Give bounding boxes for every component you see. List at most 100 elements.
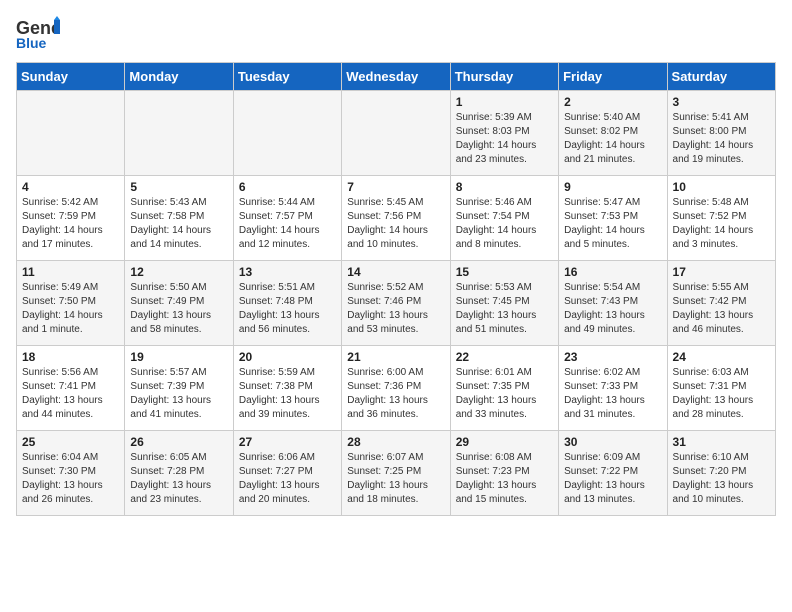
- day-number: 24: [673, 350, 770, 364]
- day-number: 16: [564, 265, 661, 279]
- day-number: 11: [22, 265, 119, 279]
- day-number: 4: [22, 180, 119, 194]
- calendar-cell: 9 Sunrise: 5:47 AM Sunset: 7:53 PM Daylig…: [559, 176, 667, 261]
- day-number: 23: [564, 350, 661, 364]
- day-number: 31: [673, 435, 770, 449]
- calendar-cell: 28Sunrise: 6:07 AM Sunset: 7:25 PM Dayli…: [342, 431, 450, 516]
- cell-content: Sunrise: 6:01 AM Sunset: 7:35 PM Dayligh…: [456, 366, 553, 422]
- cell-content: Sunrise: 6:05 AM Sunset: 7:28 PM Dayligh…: [130, 451, 227, 507]
- calendar-cell: 29 Sunrise: 6:08 AM Sunset: 7:23 PM Dayli…: [450, 431, 558, 516]
- day-number: 13: [239, 265, 336, 279]
- day-number: 28: [347, 435, 444, 449]
- cell-content: Sunrise: 5:40 AM Sunset: 8:02 PM Dayligh…: [564, 111, 661, 167]
- calendar-cell: 10 Sunrise: 5:48 AM Sunset: 7:52 PM Dayli…: [667, 176, 775, 261]
- cell-content: Sunrise: 5:39 AM Sunset: 8:03 PM Dayligh…: [456, 111, 553, 167]
- column-header-tuesday: Tuesday: [233, 63, 341, 91]
- day-number: 18: [22, 350, 119, 364]
- calendar-cell: [125, 91, 233, 176]
- cell-content: Sunrise: 5:47 AM Sunset: 7:53 PM Dayligh…: [564, 196, 661, 252]
- cell-content: Sunrise: 5:50 AM Sunset: 7:49 PM Dayligh…: [130, 281, 227, 337]
- calendar-cell: 27 Sunrise: 6:06 AM Sunset: 7:27 PM Dayli…: [233, 431, 341, 516]
- calendar-cell: 12Sunrise: 5:50 AM Sunset: 7:49 PM Dayli…: [125, 261, 233, 346]
- day-number: 17: [673, 265, 770, 279]
- calendar-cell: 26 Sunrise: 6:05 AM Sunset: 7:28 PM Dayli…: [125, 431, 233, 516]
- calendar-cell: 7 Sunrise: 5:45 AM Sunset: 7:56 PM Daylig…: [342, 176, 450, 261]
- logo: General Blue: [16, 16, 60, 52]
- calendar-cell: [233, 91, 341, 176]
- calendar-cell: 23 Sunrise: 6:02 AM Sunset: 7:33 PM Dayli…: [559, 346, 667, 431]
- day-number: 10: [673, 180, 770, 194]
- calendar-cell: 3Sunrise: 5:41 AM Sunset: 8:00 PM Daylig…: [667, 91, 775, 176]
- cell-content: Sunrise: 5:44 AM Sunset: 7:57 PM Dayligh…: [239, 196, 336, 252]
- cell-content: Sunrise: 5:48 AM Sunset: 7:52 PM Dayligh…: [673, 196, 770, 252]
- day-number: 6: [239, 180, 336, 194]
- calendar-cell: 5 Sunrise: 5:43 AM Sunset: 7:58 PM Daylig…: [125, 176, 233, 261]
- cell-content: Sunrise: 6:06 AM Sunset: 7:27 PM Dayligh…: [239, 451, 336, 507]
- cell-content: Sunrise: 5:57 AM Sunset: 7:39 PM Dayligh…: [130, 366, 227, 422]
- calendar-cell: [342, 91, 450, 176]
- cell-content: Sunrise: 6:02 AM Sunset: 7:33 PM Dayligh…: [564, 366, 661, 422]
- calendar-cell: 1 Sunrise: 5:39 AM Sunset: 8:03 PM Daylig…: [450, 91, 558, 176]
- calendar-cell: 18 Sunrise: 5:56 AM Sunset: 7:41 PM Dayli…: [17, 346, 125, 431]
- day-number: 25: [22, 435, 119, 449]
- week-row-2: 4 Sunrise: 5:42 AM Sunset: 7:59 PM Daylig…: [17, 176, 776, 261]
- calendar-cell: 8 Sunrise: 5:46 AM Sunset: 7:54 PM Daylig…: [450, 176, 558, 261]
- week-row-1: 1 Sunrise: 5:39 AM Sunset: 8:03 PM Daylig…: [17, 91, 776, 176]
- day-number: 1: [456, 95, 553, 109]
- day-number: 3: [673, 95, 770, 109]
- week-row-3: 11Sunrise: 5:49 AM Sunset: 7:50 PM Dayli…: [17, 261, 776, 346]
- column-header-thursday: Thursday: [450, 63, 558, 91]
- day-number: 2: [564, 95, 661, 109]
- day-number: 26: [130, 435, 227, 449]
- cell-content: Sunrise: 5:59 AM Sunset: 7:38 PM Dayligh…: [239, 366, 336, 422]
- cell-content: Sunrise: 5:55 AM Sunset: 7:42 PM Dayligh…: [673, 281, 770, 337]
- day-number: 20: [239, 350, 336, 364]
- cell-content: Sunrise: 6:10 AM Sunset: 7:20 PM Dayligh…: [673, 451, 770, 507]
- day-number: 19: [130, 350, 227, 364]
- calendar-cell: 16 Sunrise: 5:54 AM Sunset: 7:43 PM Dayli…: [559, 261, 667, 346]
- cell-content: Sunrise: 5:46 AM Sunset: 7:54 PM Dayligh…: [456, 196, 553, 252]
- calendar-cell: 13 Sunrise: 5:51 AM Sunset: 7:48 PM Dayli…: [233, 261, 341, 346]
- calendar-cell: 2 Sunrise: 5:40 AM Sunset: 8:02 PM Daylig…: [559, 91, 667, 176]
- day-number: 29: [456, 435, 553, 449]
- column-header-monday: Monday: [125, 63, 233, 91]
- column-header-saturday: Saturday: [667, 63, 775, 91]
- day-number: 30: [564, 435, 661, 449]
- cell-content: Sunrise: 5:52 AM Sunset: 7:46 PM Dayligh…: [347, 281, 444, 337]
- cell-content: Sunrise: 6:03 AM Sunset: 7:31 PM Dayligh…: [673, 366, 770, 422]
- calendar-cell: 25 Sunrise: 6:04 AM Sunset: 7:30 PM Dayli…: [17, 431, 125, 516]
- day-number: 14: [347, 265, 444, 279]
- calendar-cell: 17 Sunrise: 5:55 AM Sunset: 7:42 PM Dayli…: [667, 261, 775, 346]
- cell-content: Sunrise: 5:54 AM Sunset: 7:43 PM Dayligh…: [564, 281, 661, 337]
- cell-content: Sunrise: 5:43 AM Sunset: 7:58 PM Dayligh…: [130, 196, 227, 252]
- cell-content: Sunrise: 5:42 AM Sunset: 7:59 PM Dayligh…: [22, 196, 119, 252]
- calendar-cell: 11Sunrise: 5:49 AM Sunset: 7:50 PM Dayli…: [17, 261, 125, 346]
- day-number: 15: [456, 265, 553, 279]
- cell-content: Sunrise: 6:09 AM Sunset: 7:22 PM Dayligh…: [564, 451, 661, 507]
- week-row-4: 18 Sunrise: 5:56 AM Sunset: 7:41 PM Dayli…: [17, 346, 776, 431]
- week-row-5: 25 Sunrise: 6:04 AM Sunset: 7:30 PM Dayli…: [17, 431, 776, 516]
- column-header-friday: Friday: [559, 63, 667, 91]
- day-number: 27: [239, 435, 336, 449]
- calendar-cell: 15 Sunrise: 5:53 AM Sunset: 7:45 PM Dayli…: [450, 261, 558, 346]
- calendar-cell: 4 Sunrise: 5:42 AM Sunset: 7:59 PM Daylig…: [17, 176, 125, 261]
- svg-text:Blue: Blue: [16, 35, 47, 51]
- day-number: 9: [564, 180, 661, 194]
- cell-content: Sunrise: 6:04 AM Sunset: 7:30 PM Dayligh…: [22, 451, 119, 507]
- cell-content: Sunrise: 5:56 AM Sunset: 7:41 PM Dayligh…: [22, 366, 119, 422]
- column-header-wednesday: Wednesday: [342, 63, 450, 91]
- calendar-cell: 6 Sunrise: 5:44 AM Sunset: 7:57 PM Daylig…: [233, 176, 341, 261]
- day-number: 7: [347, 180, 444, 194]
- cell-content: Sunrise: 6:08 AM Sunset: 7:23 PM Dayligh…: [456, 451, 553, 507]
- day-number: 5: [130, 180, 227, 194]
- calendar-cell: 22Sunrise: 6:01 AM Sunset: 7:35 PM Dayli…: [450, 346, 558, 431]
- logo-icon: General Blue: [16, 16, 60, 52]
- calendar-cell: 24 Sunrise: 6:03 AM Sunset: 7:31 PM Dayli…: [667, 346, 775, 431]
- page-header: General Blue: [16, 16, 776, 52]
- column-header-sunday: Sunday: [17, 63, 125, 91]
- cell-content: Sunrise: 5:53 AM Sunset: 7:45 PM Dayligh…: [456, 281, 553, 337]
- cell-content: Sunrise: 5:45 AM Sunset: 7:56 PM Dayligh…: [347, 196, 444, 252]
- calendar-cell: 21Sunrise: 6:00 AM Sunset: 7:36 PM Dayli…: [342, 346, 450, 431]
- cell-content: Sunrise: 5:51 AM Sunset: 7:48 PM Dayligh…: [239, 281, 336, 337]
- day-number: 8: [456, 180, 553, 194]
